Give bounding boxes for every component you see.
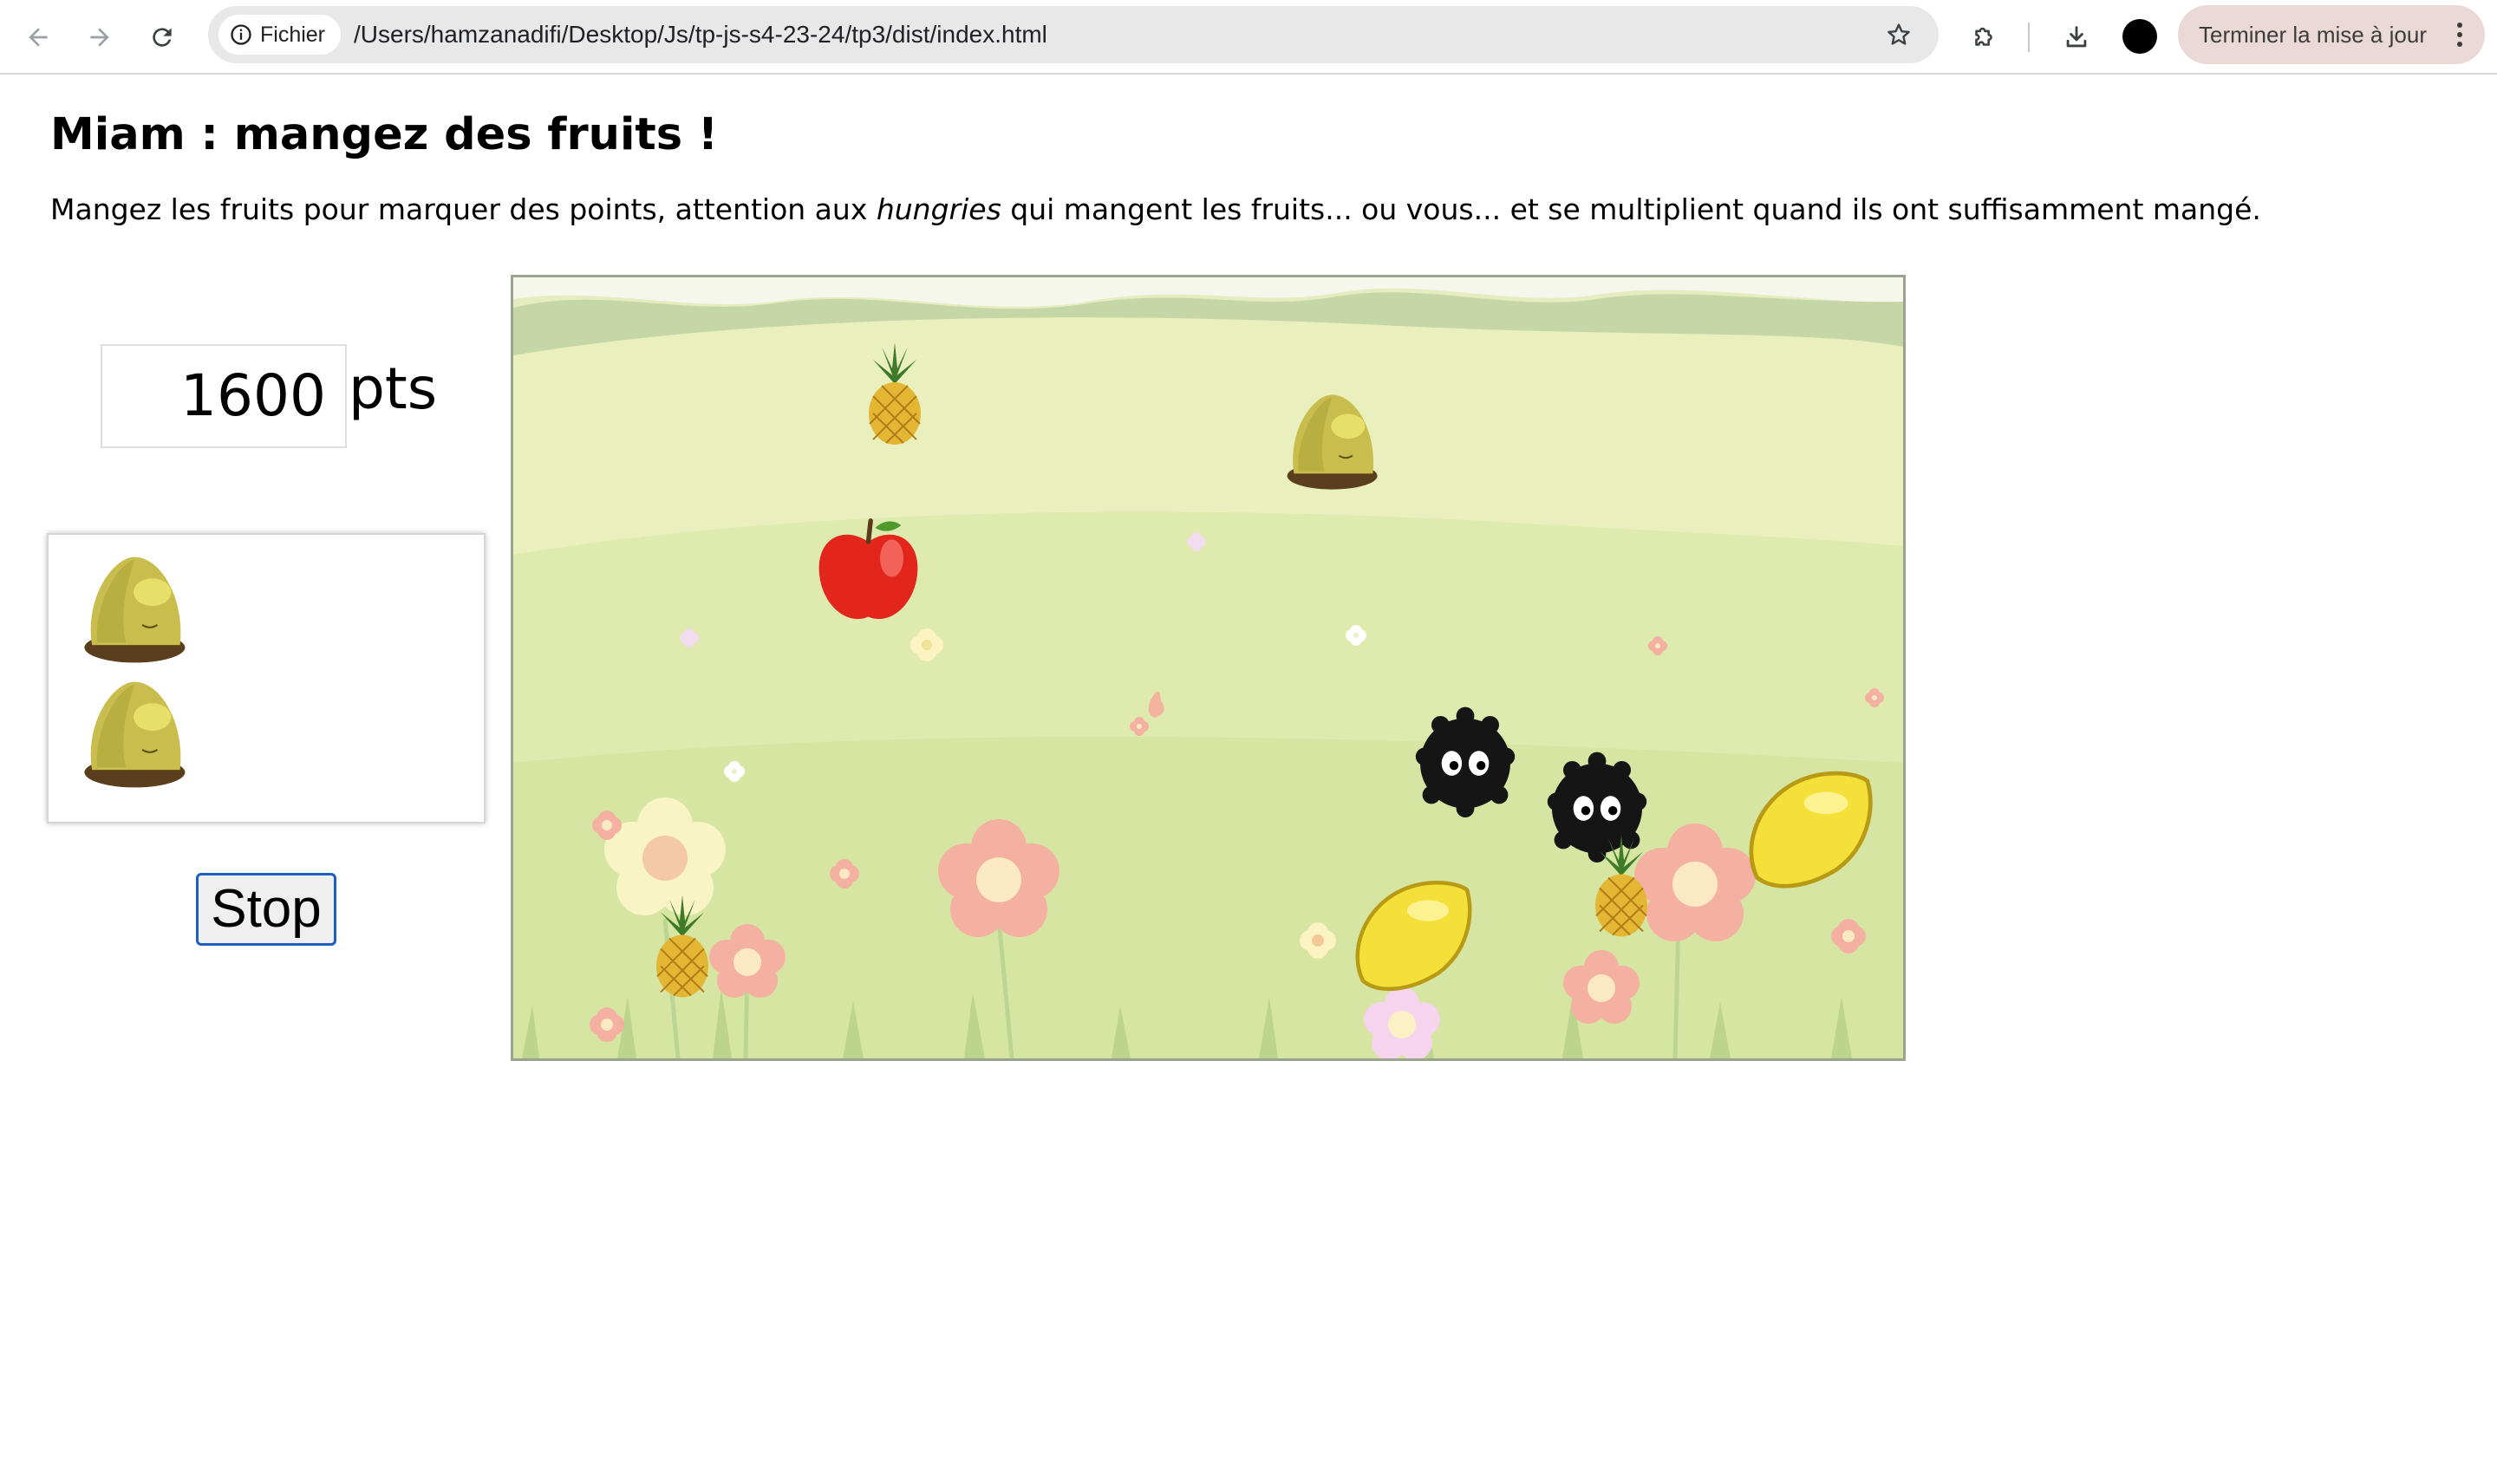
forward-arrow-icon — [90, 28, 109, 47]
bookmark-star-icon[interactable] — [1885, 21, 1913, 49]
life-icon — [84, 681, 186, 788]
reload-icon — [153, 28, 172, 47]
downloads-button[interactable] — [2057, 18, 2096, 56]
pineapple-sprite — [656, 895, 708, 998]
back-button[interactable] — [19, 18, 57, 56]
address-bar[interactable]: Fichier /Users/hamzanadifi/Desktop/Js/tp… — [208, 6, 1939, 63]
browser-toolbar: Fichier /Users/hamzanadifi/Desktop/Js/tp… — [0, 0, 2497, 75]
player-sprite — [1287, 394, 1378, 490]
profile-avatar-icon[interactable] — [2122, 19, 2157, 54]
url-text[interactable]: /Users/hamzanadifi/Desktop/Js/tp-js-s4-2… — [354, 6, 1047, 63]
game-canvas[interactable] — [511, 275, 1906, 1061]
description-text-1: Mangez les fruits pour marquer des point… — [50, 192, 877, 226]
security-chip-label: Fichier — [260, 22, 326, 47]
life-icon — [84, 556, 186, 663]
score-display: 1600 — [101, 344, 347, 448]
update-button-label: Terminer la mise à jour — [2199, 21, 2427, 48]
description-text-2: qui mangent les fruits... ou vous... et … — [1001, 192, 2261, 226]
download-icon — [2066, 26, 2087, 48]
page-description: Mangez les fruits pour marquer des point… — [50, 192, 2261, 226]
info-icon — [231, 24, 251, 45]
description-emphasis: hungries — [876, 192, 1001, 226]
score-unit: pts — [349, 355, 438, 422]
lemon-sprite — [1355, 881, 1472, 992]
lemon-sprite — [1749, 771, 1873, 888]
pineapple-sprite — [1595, 834, 1647, 937]
extensions-button[interactable] — [1965, 18, 2003, 56]
site-info-chip[interactable]: Fichier — [218, 15, 342, 55]
page-title: Miam : mangez des fruits ! — [50, 109, 719, 160]
hungry-enemy-sprite — [1415, 706, 1516, 817]
meadow-background — [513, 277, 1903, 1058]
update-button[interactable]: Terminer la mise à jour — [2178, 5, 2485, 64]
lives-panel — [47, 533, 486, 823]
reload-button[interactable] — [143, 18, 181, 56]
apple-sprite — [818, 518, 918, 620]
toolbar-separator — [2028, 23, 2030, 52]
stop-button[interactable]: Stop — [196, 873, 336, 946]
forward-button[interactable] — [81, 18, 119, 56]
back-arrow-icon — [29, 28, 48, 47]
pineapple-sprite — [869, 342, 921, 445]
more-vert-icon — [2457, 23, 2462, 47]
extensions-puzzle-icon — [1975, 27, 1992, 46]
